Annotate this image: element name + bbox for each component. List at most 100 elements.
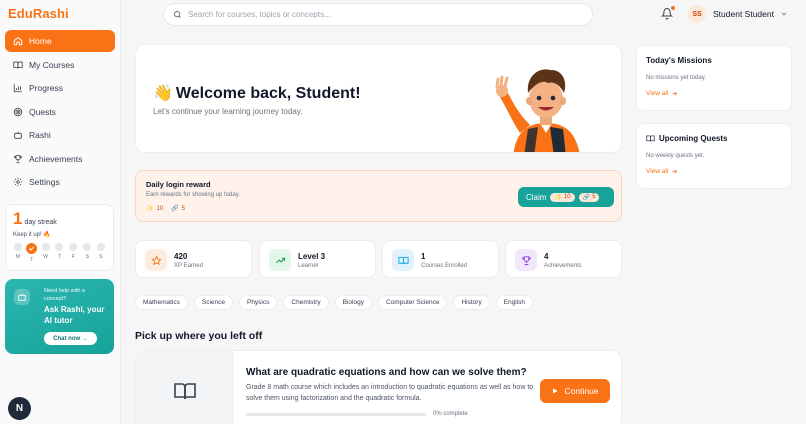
home-icon xyxy=(13,36,23,46)
missions-title: Today's Missions xyxy=(646,56,712,65)
stat-label: Learner xyxy=(298,263,319,269)
subject-chip[interactable]: Computer Science xyxy=(377,295,448,310)
quests-title-row: Upcoming Quests xyxy=(646,134,782,143)
course-title: What are quadratic equations and how can… xyxy=(246,367,527,378)
sidebar-item-my-courses[interactable]: My Courses xyxy=(5,54,115,76)
streak-days: M T W T F S S xyxy=(13,243,106,263)
corner-badge[interactable]: N xyxy=(8,397,31,420)
chat-now-button[interactable]: Chat now → xyxy=(44,332,97,345)
stat-xp: 420 XP Earned xyxy=(135,240,252,278)
sidebar: EduRashi Home My Courses Progress Quests… xyxy=(0,0,121,424)
stat-value: 420 xyxy=(174,252,188,261)
bar-chart-icon xyxy=(13,83,23,93)
stat-level: Level 3 Learner xyxy=(259,240,376,278)
todays-missions-panel: Today's Missions No missions yet today. … xyxy=(636,45,792,111)
robot-icon xyxy=(14,289,30,305)
streak-day-label: M xyxy=(15,254,21,260)
streak-dot xyxy=(83,243,92,251)
streak-day: W xyxy=(41,243,51,263)
reward-badges: ✨ 10 🔗 5 xyxy=(146,205,185,213)
streak-day: T xyxy=(54,243,64,263)
subject-chip[interactable]: English xyxy=(495,295,534,310)
claim-xp-value: 10 xyxy=(563,194,571,200)
coin-value: 5 xyxy=(181,205,185,212)
claim-xp-chip: ✨ 10 xyxy=(550,192,575,202)
sidebar-item-home[interactable]: Home xyxy=(5,30,115,52)
book-open-icon xyxy=(646,135,655,142)
claim-button[interactable]: Claim ✨ 10 🔗 5 xyxy=(518,187,614,207)
sidebar-item-settings[interactable]: Settings xyxy=(5,171,115,193)
tutor-title: Ask Rashi, your AI tutor xyxy=(44,305,105,325)
subject-chip[interactable]: Chemistry xyxy=(283,295,329,310)
tutor-help-text: Need help with a concept? xyxy=(44,288,85,302)
streak-dot xyxy=(14,243,22,251)
continue-button[interactable]: Continue xyxy=(540,379,610,403)
trending-up-icon xyxy=(269,249,291,271)
book-open-icon xyxy=(392,249,414,271)
stat-achievements: 4 Achievements xyxy=(505,240,622,278)
xp-badge: ✨ 10 xyxy=(146,205,163,213)
course-description: Grade 8 math course which includes an in… xyxy=(246,384,534,402)
continue-course-card[interactable]: What are quadratic equations and how can… xyxy=(135,350,622,424)
subject-chip[interactable]: Biology xyxy=(334,295,372,310)
chevron-down-icon xyxy=(781,12,787,16)
book-open-icon xyxy=(13,60,23,70)
missions-view-all-link[interactable]: View all xyxy=(646,90,782,97)
welcome-title: Welcome back, Student! xyxy=(175,85,361,102)
missions-empty-text: No missions yet today. xyxy=(646,75,706,81)
sidebar-item-label: Home xyxy=(29,36,52,46)
streak-day: F xyxy=(68,243,78,263)
stat-label: XP Earned xyxy=(174,263,203,269)
play-icon xyxy=(553,388,559,394)
claim-label: Claim xyxy=(526,192,547,202)
section-heading: Pick up where you left off xyxy=(135,330,263,342)
robot-icon xyxy=(13,130,23,140)
subject-filters: Mathematics Science Physics Chemistry Bi… xyxy=(135,295,534,310)
star-icon xyxy=(145,249,167,271)
quests-view-all-link[interactable]: View all xyxy=(646,168,782,175)
streak-dot xyxy=(55,243,64,251)
ai-tutor-card: Need help with a concept? Ask Rashi, you… xyxy=(5,279,114,354)
search-icon xyxy=(173,6,182,24)
search-bar[interactable] xyxy=(163,3,593,26)
streak-day-label: T xyxy=(30,257,34,263)
user-name: Student Student xyxy=(713,9,774,19)
welcome-heading: 👋 Welcome back, Student! xyxy=(153,83,361,103)
subject-chip[interactable]: Science xyxy=(193,295,233,310)
search-input[interactable] xyxy=(188,10,568,19)
subject-chip[interactable]: Mathematics xyxy=(135,295,188,310)
streak-day-label: S xyxy=(99,254,103,260)
sidebar-item-achievements[interactable]: Achievements xyxy=(5,148,115,170)
streak-dot xyxy=(41,243,50,251)
book-open-icon xyxy=(174,383,196,400)
notification-bell-icon[interactable] xyxy=(660,6,675,20)
sidebar-item-rashi[interactable]: Rashi xyxy=(5,124,115,146)
subject-chip[interactable]: Physics xyxy=(238,295,278,310)
user-menu[interactable]: SS Student Student xyxy=(688,5,788,23)
sidebar-item-quests[interactable]: Quests xyxy=(5,101,115,123)
stat-value: 4 xyxy=(544,252,549,261)
stat-value: 1 xyxy=(421,252,426,261)
check-icon xyxy=(29,246,35,251)
wave-emoji: 👋 xyxy=(153,85,173,102)
streak-dot xyxy=(96,243,105,251)
quests-empty-text: No weekly quests yet. xyxy=(646,153,705,159)
sidebar-nav: Home My Courses Progress Quests Rashi Ac… xyxy=(5,30,115,195)
streak-unit: day streak xyxy=(24,219,57,226)
stat-courses: 1 Courses Enrolled xyxy=(382,240,499,278)
course-thumbnail xyxy=(136,351,234,424)
upcoming-quests-panel: Upcoming Quests No weekly quests yet. Vi… xyxy=(636,123,792,189)
gear-icon xyxy=(13,177,23,187)
sparkle-icon: ✨ xyxy=(554,194,562,201)
reward-subtitle: Earn rewards for showing up today. xyxy=(146,192,240,198)
streak-subtitle: Keep it up! 🔥 xyxy=(13,232,51,238)
view-all-label: View all xyxy=(646,90,669,97)
subject-chip[interactable]: History xyxy=(453,295,490,310)
app-logo[interactable]: EduRashi xyxy=(8,6,69,21)
daily-reward-card: Daily login reward Earn rewards for show… xyxy=(135,170,622,222)
welcome-subtitle: Let's continue your learning journey tod… xyxy=(153,107,303,116)
sidebar-item-progress[interactable]: Progress xyxy=(5,77,115,99)
sidebar-item-label: My Courses xyxy=(29,59,75,70)
claim-coin-value: 5 xyxy=(592,194,596,200)
sidebar-item-label: Achievements xyxy=(29,153,83,164)
